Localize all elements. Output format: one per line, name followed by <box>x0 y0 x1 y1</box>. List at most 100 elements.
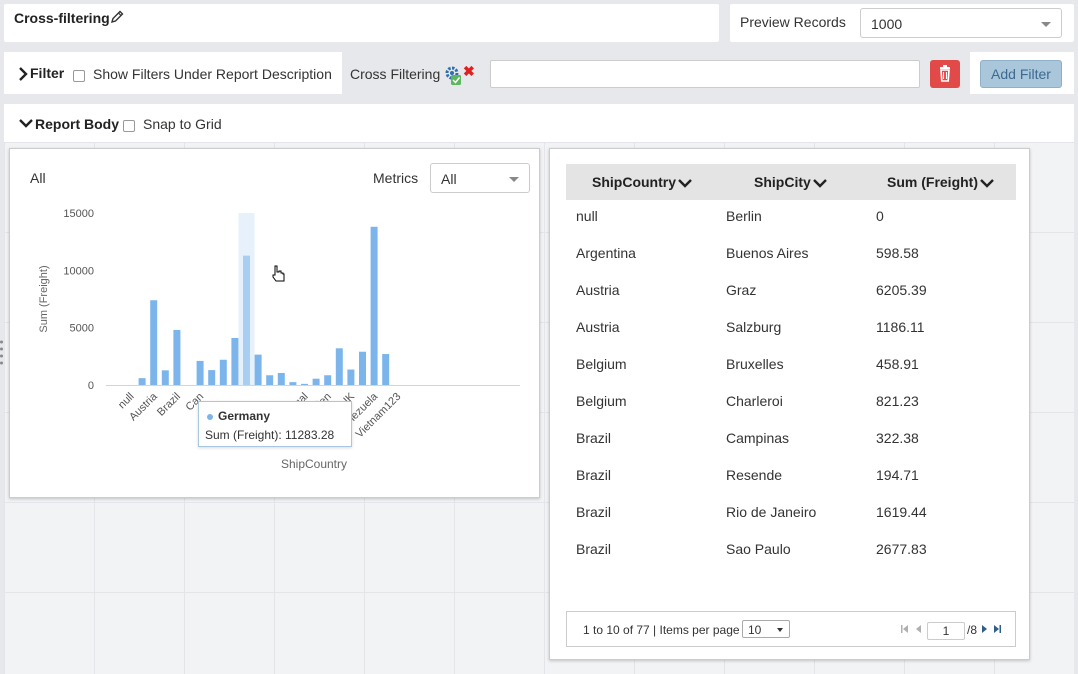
column-header-label: ShipCity <box>754 174 811 190</box>
y-axis-title: Sum (Freight) <box>38 265 50 332</box>
page-number-input[interactable]: 1 <box>927 622 965 640</box>
items-per-page-select[interactable]: 10 <box>742 620 790 638</box>
column-header-label: Sum (Freight) <box>887 174 978 190</box>
column-header-shipcountry[interactable]: ShipCountry <box>592 174 692 190</box>
cell-shipcity: Campinas <box>726 430 790 446</box>
caret-down-icon <box>777 628 783 632</box>
preview-records-select[interactable]: 1000 <box>860 8 1062 38</box>
table-row[interactable]: Belgium Bruxelles 458.91 <box>566 352 1016 389</box>
add-filter-button[interactable]: Add Filter <box>980 60 1062 88</box>
report-title-card: Cross-filtering <box>4 4 719 42</box>
preview-records-card: Preview Records 1000 <box>730 4 1074 42</box>
table-row[interactable]: Brazil Resende 194.71 <box>566 463 1016 500</box>
cell-sum-freight: 194.71 <box>876 467 919 483</box>
x-tick-label: Brazil <box>155 391 183 419</box>
table-row[interactable]: Argentina Buenos Aires 598.58 <box>566 241 1016 278</box>
cell-shipcountry: Austria <box>576 282 620 298</box>
cell-shipcity: Bruxelles <box>726 356 784 372</box>
cell-shipcountry: Austria <box>576 319 620 335</box>
tooltip-title: Germany <box>218 409 271 423</box>
drag-handle-icon[interactable] <box>0 338 3 368</box>
cross-filtering-label: Cross Filtering <box>350 66 441 82</box>
bar <box>277 372 285 385</box>
hand-cursor-icon <box>272 265 285 282</box>
bar <box>382 354 390 385</box>
cell-shipcity: Buenos Aires <box>726 245 809 261</box>
table-pager: 1 to 10 of 77 | Items per page 10 1 /8 <box>566 611 1016 647</box>
bar <box>208 370 216 385</box>
bar <box>173 329 181 385</box>
cell-sum-freight: 821.23 <box>876 393 919 409</box>
cross-filtering-section: Cross Filtering ✖ <box>342 52 970 94</box>
table-header: ShipCountry ShipCity Sum (Freight) <box>566 164 1016 200</box>
gear-check-icon[interactable] <box>444 65 462 87</box>
cell-sum-freight: 322.38 <box>876 430 919 446</box>
bar <box>243 255 250 385</box>
cross-filter-input[interactable] <box>490 60 920 88</box>
cell-sum-freight: 598.58 <box>876 245 919 261</box>
table-widget: ShipCountry ShipCity Sum (Freight) null … <box>549 148 1030 660</box>
bar <box>335 348 343 385</box>
chevron-down-icon <box>980 179 994 188</box>
bar <box>254 354 262 385</box>
cell-shipcountry: null <box>576 208 598 224</box>
snap-to-grid-checkbox[interactable] <box>123 120 135 132</box>
filter-bar: Filter Show Filters Under Report Descrip… <box>4 52 1074 94</box>
bar <box>150 300 158 385</box>
show-filters-label: Show Filters Under Report Description <box>93 66 332 82</box>
tooltip-value-line: Sum (Freight): 11283.28 <box>205 428 334 442</box>
cell-sum-freight: 2677.83 <box>876 541 927 557</box>
snap-to-grid-label: Snap to Grid <box>143 116 222 132</box>
first-page-icon[interactable] <box>900 624 909 634</box>
cell-shipcity: Rio de Janeiro <box>726 504 817 520</box>
bar <box>289 382 297 385</box>
report-body-toggle[interactable]: Report Body <box>35 116 119 132</box>
table-row[interactable]: Austria Graz 6205.39 <box>566 278 1016 315</box>
bar <box>231 337 239 385</box>
chart-tooltip: Germany Sum (Freight): 11283.28 <box>198 401 352 447</box>
cell-shipcountry: Brazil <box>576 430 612 446</box>
cell-sum-freight: 1619.44 <box>876 504 927 520</box>
y-tick-label: 15000 <box>63 208 94 220</box>
column-header-shipcity[interactable]: ShipCity <box>754 174 827 190</box>
table-row[interactable]: Brazil Rio de Janeiro 1619.44 <box>566 500 1016 537</box>
next-page-icon[interactable] <box>980 624 989 634</box>
table-row[interactable]: null Berlin 0 <box>566 204 1016 241</box>
cell-sum-freight: 6205.39 <box>876 282 927 298</box>
cell-shipcity: Graz <box>726 282 757 298</box>
previous-page-icon[interactable] <box>914 624 923 634</box>
chevron-down-icon <box>1041 22 1051 27</box>
cell-shipcountry: Brazil <box>576 504 612 520</box>
filter-toggle-section: Filter Show Filters Under Report Descrip… <box>4 52 342 94</box>
close-icon[interactable]: ✖ <box>463 63 475 80</box>
bar <box>370 226 378 385</box>
table-row[interactable]: Austria Salzburg 1186.11 <box>566 315 1016 352</box>
trash-icon <box>940 65 950 82</box>
cell-shipcountry: Belgium <box>576 393 627 409</box>
chevron-right-icon[interactable] <box>17 67 29 81</box>
column-header-sum-freight[interactable]: Sum (Freight) <box>887 174 994 190</box>
cell-shipcity: Resende <box>726 467 783 483</box>
column-header-label: ShipCountry <box>592 174 676 190</box>
report-body-header: Report Body Snap to Grid <box>4 104 1074 142</box>
chart-widget: All Metrics All 0 5000 10000 15000 Sum (Frei… <box>9 148 540 498</box>
chevron-down-icon[interactable] <box>19 118 33 128</box>
bar <box>196 360 204 385</box>
pager-summary: 1 to 10 of 77 | Items per page <box>583 623 740 637</box>
last-page-icon[interactable] <box>993 624 1002 634</box>
bar <box>324 375 332 385</box>
cell-shipcountry: Brazil <box>576 541 612 557</box>
filter-toggle[interactable]: Filter <box>30 65 64 81</box>
bar <box>347 369 355 385</box>
page-total: /8 <box>967 623 978 637</box>
table-row[interactable]: Brazil Campinas 322.38 <box>566 426 1016 463</box>
series-marker-icon <box>207 414 213 420</box>
chevron-down-icon <box>678 179 692 188</box>
table-row[interactable]: Brazil Sao Paulo 2677.83 <box>566 537 1016 574</box>
x-axis-title: ShipCountry <box>281 457 347 471</box>
delete-filter-button[interactable] <box>930 60 960 88</box>
edit-pencil-icon[interactable] <box>109 9 125 25</box>
table-row[interactable]: Belgium Charleroi 821.23 <box>566 389 1016 426</box>
show-filters-checkbox[interactable] <box>73 70 85 82</box>
y-tick-label: 0 <box>88 380 94 392</box>
